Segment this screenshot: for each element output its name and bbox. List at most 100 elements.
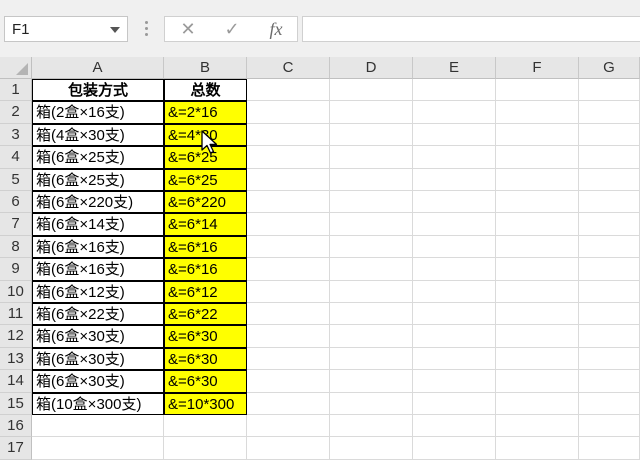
cell-d3[interactable] <box>330 123 413 147</box>
cell-c4[interactable] <box>247 146 330 169</box>
cell-g17[interactable] <box>579 437 640 460</box>
cell-e4[interactable] <box>413 146 496 169</box>
cell-g6[interactable] <box>579 191 640 214</box>
cell-e2[interactable] <box>413 101 496 124</box>
cell-e17[interactable] <box>413 437 496 460</box>
cell-c17[interactable] <box>247 437 330 460</box>
cell-c16[interactable] <box>247 415 330 438</box>
header-cell-packaging[interactable]: 包装方式 <box>32 79 164 102</box>
insert-function-button[interactable]: fx <box>261 17 291 41</box>
cell-f4[interactable] <box>496 146 579 169</box>
cell-b5[interactable]: &=6*25 <box>164 168 247 191</box>
cell-d6[interactable] <box>330 191 413 214</box>
row-header-13[interactable]: 13 <box>0 347 32 371</box>
checkmark-icon[interactable]: ✓ <box>217 17 247 41</box>
row-header-9[interactable]: 9 <box>0 258 32 281</box>
cell-f1[interactable] <box>496 79 579 102</box>
cell-a13[interactable]: 箱(6盒×30支) <box>32 347 164 371</box>
cell-e16[interactable] <box>413 415 496 438</box>
cell-d7[interactable] <box>330 213 413 236</box>
cell-e3[interactable] <box>413 123 496 147</box>
cell-d14[interactable] <box>330 370 413 393</box>
cell-g1[interactable] <box>579 79 640 102</box>
cell-a14[interactable]: 箱(6盒×30支) <box>32 370 164 393</box>
cell-c13[interactable] <box>247 347 330 371</box>
cell-a6[interactable]: 箱(6盒×220支) <box>32 191 164 214</box>
cell-f8[interactable] <box>496 235 579 259</box>
cell-c5[interactable] <box>247 168 330 191</box>
cell-a10[interactable]: 箱(6盒×12支) <box>32 280 164 303</box>
row-header-15[interactable]: 15 <box>0 392 32 415</box>
cell-b6[interactable]: &=6*220 <box>164 191 247 214</box>
cell-a2[interactable]: 箱(2盒×16支) <box>32 101 164 124</box>
cell-g8[interactable] <box>579 235 640 259</box>
cell-f6[interactable] <box>496 191 579 214</box>
cell-e6[interactable] <box>413 191 496 214</box>
cell-d11[interactable] <box>330 303 413 326</box>
cell-c9[interactable] <box>247 258 330 281</box>
cell-f12[interactable] <box>496 325 579 348</box>
cell-c1[interactable] <box>247 79 330 102</box>
cell-c10[interactable] <box>247 280 330 303</box>
row-header-4[interactable]: 4 <box>0 146 32 169</box>
cell-f15[interactable] <box>496 392 579 415</box>
cell-f14[interactable] <box>496 370 579 393</box>
cell-e1[interactable] <box>413 79 496 102</box>
row-header-12[interactable]: 12 <box>0 325 32 348</box>
cell-b7[interactable]: &=6*14 <box>164 213 247 236</box>
row-header-14[interactable]: 14 <box>0 370 32 393</box>
cell-f17[interactable] <box>496 437 579 460</box>
cell-d1[interactable] <box>330 79 413 102</box>
column-header-e[interactable]: E <box>413 57 496 79</box>
cell-g16[interactable] <box>579 415 640 438</box>
cell-c6[interactable] <box>247 191 330 214</box>
cell-d16[interactable] <box>330 415 413 438</box>
cell-b16[interactable] <box>164 415 247 438</box>
cell-e10[interactable] <box>413 280 496 303</box>
cell-g11[interactable] <box>579 303 640 326</box>
column-header-b[interactable]: B <box>164 57 247 79</box>
row-header-2[interactable]: 2 <box>0 101 32 124</box>
cell-e15[interactable] <box>413 392 496 415</box>
row-header-3[interactable]: 3 <box>0 123 32 147</box>
column-header-a[interactable]: A <box>32 57 164 79</box>
cell-b9[interactable]: &=6*16 <box>164 258 247 281</box>
cell-c15[interactable] <box>247 392 330 415</box>
row-header-6[interactable]: 6 <box>0 191 32 214</box>
cell-a16[interactable] <box>32 415 164 438</box>
cell-e5[interactable] <box>413 168 496 191</box>
cell-e14[interactable] <box>413 370 496 393</box>
cell-g12[interactable] <box>579 325 640 348</box>
cell-f16[interactable] <box>496 415 579 438</box>
cell-a9[interactable]: 箱(6盒×16支) <box>32 258 164 281</box>
cell-d5[interactable] <box>330 168 413 191</box>
cell-g13[interactable] <box>579 347 640 371</box>
cell-b11[interactable]: &=6*22 <box>164 303 247 326</box>
row-header-5[interactable]: 5 <box>0 168 32 191</box>
cell-b12[interactable]: &=6*30 <box>164 325 247 348</box>
cell-g9[interactable] <box>579 258 640 281</box>
cell-c8[interactable] <box>247 235 330 259</box>
cell-b14[interactable]: &=6*30 <box>164 370 247 393</box>
cell-c2[interactable] <box>247 101 330 124</box>
row-header-8[interactable]: 8 <box>0 235 32 259</box>
cell-d15[interactable] <box>330 392 413 415</box>
cell-g10[interactable] <box>579 280 640 303</box>
cell-c3[interactable] <box>247 123 330 147</box>
cell-e7[interactable] <box>413 213 496 236</box>
column-header-f[interactable]: F <box>496 57 579 79</box>
formula-input[interactable] <box>302 16 640 42</box>
cell-a4[interactable]: 箱(6盒×25支) <box>32 146 164 169</box>
cell-g7[interactable] <box>579 213 640 236</box>
cell-g3[interactable] <box>579 123 640 147</box>
row-header-11[interactable]: 11 <box>0 303 32 326</box>
name-box[interactable]: F1 <box>4 16 128 42</box>
cell-c12[interactable] <box>247 325 330 348</box>
cell-d17[interactable] <box>330 437 413 460</box>
cell-f3[interactable] <box>496 123 579 147</box>
cell-c11[interactable] <box>247 303 330 326</box>
cell-d13[interactable] <box>330 347 413 371</box>
cell-g2[interactable] <box>579 101 640 124</box>
cell-f2[interactable] <box>496 101 579 124</box>
cell-c7[interactable] <box>247 213 330 236</box>
